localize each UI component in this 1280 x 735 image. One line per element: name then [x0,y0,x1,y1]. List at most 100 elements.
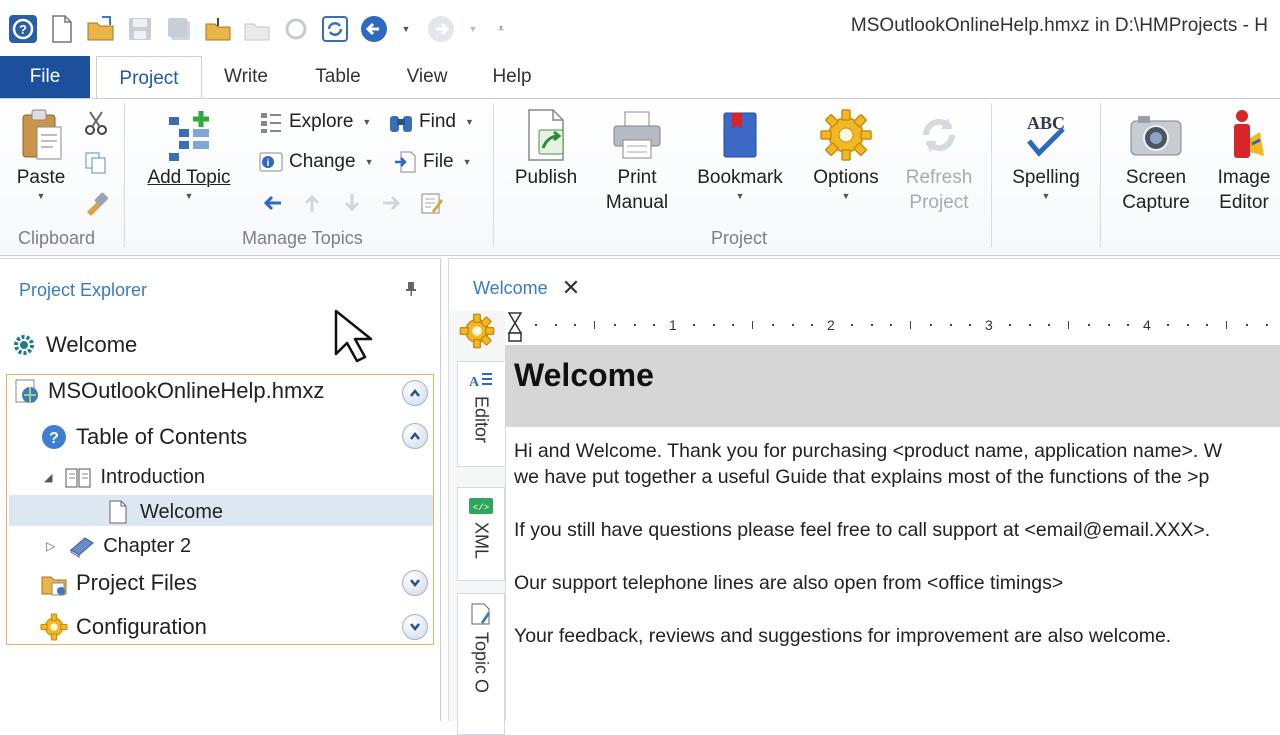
tree-item-table-of-contents[interactable]: ? Table of Contents [40,423,247,451]
back-arrow-icon[interactable] [357,12,391,46]
refresh-icon [911,105,967,165]
body-paragraph-line[interactable]: we have put together a useful Guide that… [514,464,1209,490]
expand-configuration-button[interactable] [402,614,428,640]
spelling-button[interactable]: ABC Spelling ▼ [1008,105,1084,202]
bookmark-button[interactable]: Bookmark ▼ [694,105,786,202]
tree-item-chapter-2[interactable]: ▷ Chapter 2 [46,532,191,560]
body-paragraph[interactable]: Your feedback, reviews and suggestions f… [514,623,1171,649]
copy-icon[interactable] [82,149,110,177]
side-tab-editor[interactable]: A Editor [457,361,505,467]
side-tab-topic-options[interactable]: Topic O [457,593,505,735]
close-icon[interactable]: ✕ [562,275,580,301]
print-manual-button[interactable]: Print Manual [602,105,672,215]
upload-folder-icon[interactable] [201,12,235,46]
expand-project-files-button[interactable] [402,570,428,596]
tab-project[interactable]: Project [96,56,202,100]
format-painter-icon[interactable] [82,189,110,217]
ruler-tick [1068,321,1069,329]
save-icon[interactable] [123,12,157,46]
forward-dropdown-icon[interactable]: ▼ [463,12,483,46]
ruler-dot [890,324,892,326]
tree-item-project-file[interactable]: MSOutlookOnlineHelp.hmxz [12,377,324,405]
paste-dropdown-icon[interactable]: ▼ [37,190,46,202]
ruler-dot [1266,324,1268,326]
tree-item-configuration[interactable]: Configuration [40,613,207,641]
app-help-icon[interactable]: ? [6,12,40,46]
body-paragraph-line[interactable]: Hi and Welcome. Thank you for purchasing… [514,438,1222,464]
customize-qat-icon[interactable]: ⩡ [491,12,511,46]
paste-icon [13,105,69,165]
find-button[interactable]: Find ▼ [388,109,474,135]
tree-item-introduction[interactable]: ◢ Introduction [44,463,205,491]
open-folder-icon[interactable] [84,12,118,46]
ruler-dot [1206,324,1208,326]
editor-tab-icon: A [469,373,492,390]
bookmark-dropdown-icon[interactable]: ▼ [736,190,745,202]
back-dropdown-icon[interactable]: ▼ [396,12,416,46]
sync-icon[interactable] [318,12,352,46]
ruler-number: 2 [827,317,835,333]
group-separator [493,103,494,247]
document-tab-welcome[interactable]: Welcome ✕ [457,271,580,305]
side-tab-xml[interactable]: </> XML [457,487,505,581]
tab-table[interactable]: Table [300,56,376,98]
image-editor-button[interactable]: Image Editor [1212,105,1276,215]
screen-capture-button[interactable]: Screen Capture [1118,105,1194,215]
body-paragraph[interactable]: If you still have questions please feel … [514,517,1210,543]
ruler-number: 1 [669,317,677,333]
tab-view[interactable]: View [394,56,460,98]
tree-item-welcome-top[interactable]: Welcome [10,331,137,359]
explore-button[interactable]: Explore ▼ [258,109,371,135]
topic-options-gear-icon[interactable] [459,313,495,354]
add-topic-button[interactable]: Add Topic ▼ [142,105,236,202]
ruler-indent-marker[interactable] [507,311,523,348]
tab-help[interactable]: Help [480,56,544,98]
collapse-toc-button[interactable] [402,423,428,449]
move-down-icon[interactable] [338,189,366,217]
paste-button[interactable]: Paste ▼ [12,105,70,202]
ruler-dot [1088,324,1090,326]
move-left-icon[interactable] [258,189,286,217]
ruler-dot [614,324,616,326]
move-right-icon[interactable] [378,189,406,217]
cut-icon[interactable] [82,109,110,137]
change-button[interactable]: i Change ▼ [258,149,373,175]
options-dropdown-icon[interactable]: ▼ [842,190,851,202]
edit-topic-icon[interactable] [418,189,446,217]
ruler-dot [1246,324,1248,326]
collapse-project-button[interactable] [402,380,428,406]
body-paragraph[interactable]: Our support telephone lines are also ope… [514,570,1063,596]
ruler-dot [851,324,853,326]
mouse-pointer-icon [333,308,389,369]
svg-text:?: ? [19,22,27,37]
save-all-icon[interactable] [162,12,196,46]
project-globe-icon [12,377,40,405]
options-button[interactable]: Options ▼ [810,105,882,202]
spelling-dropdown-icon[interactable]: ▼ [1042,190,1051,202]
pin-icon[interactable] [404,281,418,302]
file-menu-button[interactable]: File ▼ [392,149,472,175]
tab-write[interactable]: Write [210,56,282,98]
explore-icon [258,109,284,135]
page-icon [104,498,132,526]
refresh-disabled-icon[interactable] [279,12,313,46]
move-up-icon[interactable] [298,189,326,217]
folder-disabled-icon[interactable] [240,12,274,46]
new-file-icon[interactable] [45,12,79,46]
topic-heading[interactable]: Welcome [514,357,654,394]
refresh-project-button[interactable]: Refresh Project [904,105,974,215]
svg-text:i: i [267,158,270,169]
forward-arrow-icon[interactable] [424,12,458,46]
add-topic-dropdown-icon[interactable]: ▼ [185,190,194,202]
tree-item-welcome-child[interactable]: Welcome [104,498,223,526]
tab-file[interactable]: File [0,56,90,98]
tree-item-project-files[interactable]: Project Files [40,569,197,597]
ruler-dot [653,324,655,326]
welcome-gear-icon [10,331,38,359]
publish-button[interactable]: Publish [512,105,580,190]
heading-band: Welcome [505,345,1280,427]
expanded-triangle-icon[interactable]: ◢ [44,471,52,484]
collapsed-triangle-icon[interactable]: ▷ [46,539,55,553]
image-editor-icon [1216,105,1272,165]
info-icon: i [258,149,284,175]
